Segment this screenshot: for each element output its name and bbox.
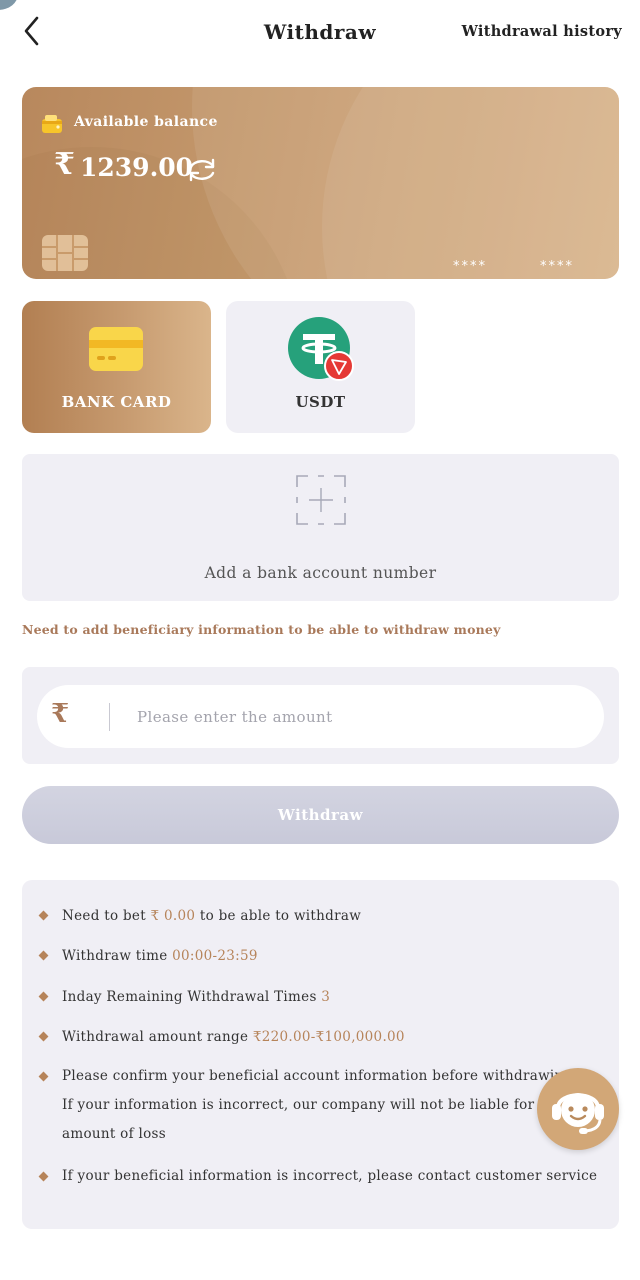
bullet-diamond-icon <box>38 950 49 961</box>
masked-card-digits: **** <box>453 259 487 274</box>
withdraw-button[interactable]: Withdraw <box>22 786 619 844</box>
bank-card-icon <box>88 326 144 372</box>
method-tab-usdt[interactable]: USDT <box>226 301 415 433</box>
method-label: BANK CARD <box>61 393 172 411</box>
status-corner-decoration <box>0 0 18 10</box>
amount-field[interactable]: ₹ <box>37 685 604 748</box>
add-bank-account-button[interactable]: Add a bank account number <box>22 454 619 601</box>
currency-symbol: ₹ <box>51 699 70 729</box>
method-label: USDT <box>295 393 346 411</box>
rule-confirm-information: Please confirm your beneficial account i… <box>62 1068 578 1142</box>
bullet-diamond-icon <box>38 1031 49 1042</box>
divider <box>109 703 110 731</box>
amount-section: ₹ <box>22 667 619 764</box>
wallet-icon <box>41 114 63 134</box>
rule-withdraw-time: Withdraw time 00:00-23:59 <box>62 948 258 964</box>
bullet-diamond-icon <box>38 910 49 921</box>
card-chip-icon <box>41 234 89 272</box>
refresh-icon[interactable] <box>186 157 218 183</box>
remaining-times-value: 3 <box>321 989 331 1005</box>
bullet-diamond-icon <box>38 1071 49 1082</box>
customer-service-button[interactable] <box>537 1068 619 1150</box>
bullet-diamond-icon <box>38 1171 49 1182</box>
add-bank-account-label: Add a bank account number <box>204 564 437 582</box>
balance-amount: 1239.00 <box>80 153 194 182</box>
masked-card-digits: **** <box>540 259 574 274</box>
amount-range-value: ₹220.00-₹100,000.00 <box>252 1029 405 1045</box>
card-decoration <box>322 87 619 279</box>
method-tab-bank-card[interactable]: BANK CARD <box>22 301 211 433</box>
customer-service-headset-icon <box>549 1078 607 1140</box>
currency-symbol: ₹ <box>54 147 75 182</box>
beneficiary-notice: Need to add beneficiary information to b… <box>22 622 501 637</box>
rule-bet-requirement: Need to bet ₹ 0.00 to be able to withdra… <box>62 908 362 924</box>
amount-input[interactable] <box>137 697 577 737</box>
rule-contact-service: If your beneficial information is incorr… <box>62 1168 598 1184</box>
bet-amount-value: ₹ 0.00 <box>150 908 196 924</box>
rule-amount-range: Withdrawal amount range ₹220.00-₹100,000… <box>62 1029 405 1045</box>
withdraw-time-value: 00:00-23:59 <box>172 948 258 964</box>
rule-remaining-times: Inday Remaining Withdrawal Times 3 <box>62 989 331 1005</box>
balance-card: Available balance ₹ 1239.00 **** **** <box>22 87 619 279</box>
add-scan-icon <box>294 473 348 527</box>
withdrawal-rules-panel: Need to bet ₹ 0.00 to be able to withdra… <box>22 880 619 1229</box>
available-balance-label: Available balance <box>74 114 218 130</box>
bullet-diamond-icon <box>38 991 49 1002</box>
withdrawal-history-link[interactable]: Withdrawal history <box>462 23 622 40</box>
tether-trc20-icon <box>288 317 354 381</box>
